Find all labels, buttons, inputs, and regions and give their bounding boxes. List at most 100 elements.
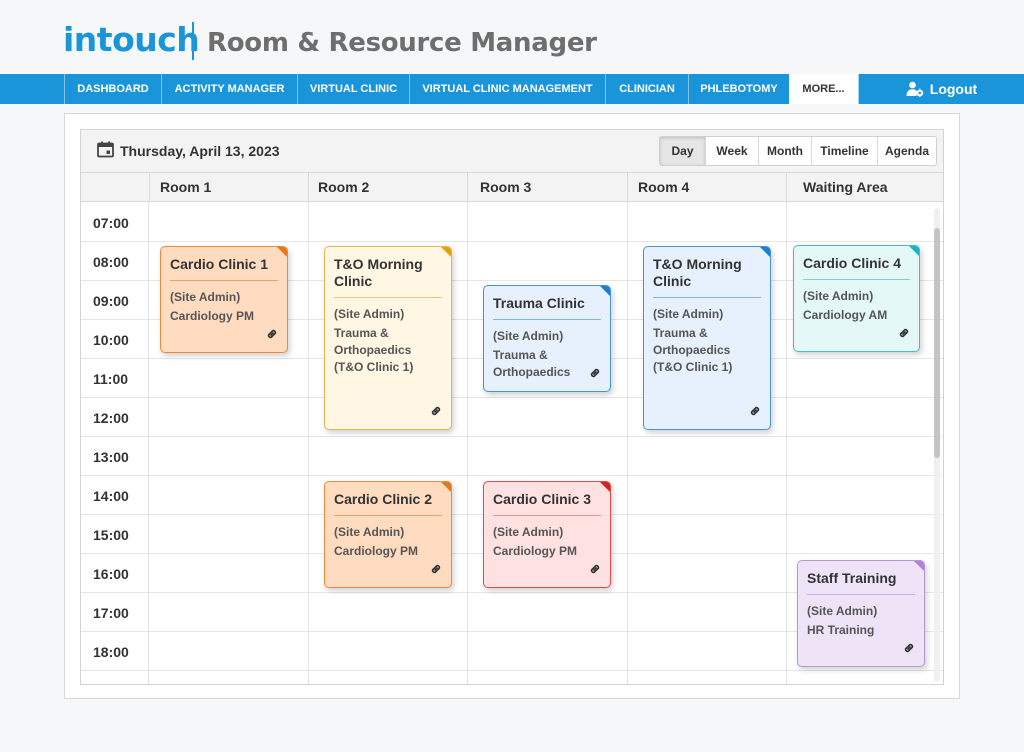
resource-header-row: Room 1 Room 2 Room 3 Room 4 Waiting Area <box>81 173 943 202</box>
event-card[interactable]: Cardio Clinic 3 (Site Admin) Cardiology … <box>483 481 611 588</box>
event-description: Trauma & Orthopaedics (T&O Clinic 1) <box>653 326 733 374</box>
event-corner-marker <box>759 247 770 258</box>
nav-item-dashboard[interactable]: DASHBOARD <box>64 74 161 104</box>
logout-label: Logout <box>929 81 978 97</box>
logo-divider <box>192 22 194 60</box>
hour-line <box>81 475 943 476</box>
event-title: Cardio Clinic 1 <box>170 256 269 272</box>
view-timeline-button[interactable]: Timeline <box>811 137 877 165</box>
event-card[interactable]: Cardio Clinic 2 (Site Admin) Cardiology … <box>324 481 452 588</box>
link-icon[interactable] <box>903 641 915 659</box>
time-label: 14:00 <box>93 488 129 504</box>
link-icon[interactable] <box>266 327 278 345</box>
scrollbar-thumb[interactable] <box>934 228 940 458</box>
main-nav: DASHBOARD ACTIVITY MANAGER VIRTUAL CLINI… <box>0 74 1024 104</box>
event-title: T&O Morning Clinic <box>334 256 423 289</box>
current-date[interactable]: Thursday, April 13, 2023 <box>120 143 280 159</box>
time-label: 11:00 <box>93 371 129 387</box>
resource-header-waiting-area: Waiting Area <box>786 173 943 202</box>
calendar-icon[interactable] <box>97 141 114 163</box>
resource-header-room-3: Room 3 <box>467 173 627 202</box>
link-icon[interactable] <box>749 404 761 422</box>
time-label: 07:00 <box>93 215 129 231</box>
time-label: 10:00 <box>93 332 129 348</box>
app-header: intouch Room & Resource Manager <box>0 0 1024 74</box>
event-divider <box>493 515 601 516</box>
view-switcher: Day Week Month Timeline Agenda <box>659 136 937 166</box>
link-icon[interactable] <box>430 562 442 580</box>
event-description: Cardiology PM <box>334 544 419 558</box>
hour-line <box>81 670 943 671</box>
event-title: Staff Training <box>807 570 897 586</box>
event-card[interactable]: Trauma Clinic (Site Admin) Trauma & Orth… <box>483 285 611 392</box>
event-corner-marker <box>276 247 287 258</box>
event-title: Trauma Clinic <box>493 295 585 311</box>
time-label: 09:00 <box>93 293 129 309</box>
user-settings-icon <box>906 77 924 107</box>
time-label: 18:00 <box>93 644 129 660</box>
schedule-grid[interactable]: 07:00 08:00 09:00 10:00 11:00 12:00 13:0… <box>81 202 943 684</box>
event-description: Cardiology PM <box>493 544 578 558</box>
event-title: Cardio Clinic 2 <box>334 491 433 507</box>
event-owner: (Site Admin) <box>334 525 405 539</box>
event-divider <box>803 279 910 280</box>
hour-line <box>81 436 943 437</box>
view-day-button[interactable]: Day <box>660 137 705 165</box>
event-card[interactable]: Staff Training (Site Admin) HR Training <box>797 560 925 667</box>
event-description: Cardiology AM <box>803 308 888 322</box>
column-divider <box>467 202 468 684</box>
time-column: 07:00 08:00 09:00 10:00 11:00 12:00 13:0… <box>81 202 149 684</box>
nav-item-clinician[interactable]: CLINICIAN <box>605 74 688 104</box>
nav-item-virtual-clinic[interactable]: VIRTUAL CLINIC <box>297 74 409 104</box>
event-owner: (Site Admin) <box>653 307 724 321</box>
event-corner-marker <box>913 561 924 572</box>
nav-item-virtual-clinic-management[interactable]: VIRTUAL CLINIC MANAGEMENT <box>409 74 605 104</box>
event-card[interactable]: Cardio Clinic 1 (Site Admin) Cardiology … <box>160 246 288 353</box>
app-logo[interactable]: intouch <box>63 20 200 59</box>
link-icon[interactable] <box>589 562 601 580</box>
nav-item-activity-manager[interactable]: ACTIVITY MANAGER <box>161 74 297 104</box>
link-icon[interactable] <box>898 326 910 344</box>
scheduler-toolbar: Thursday, April 13, 2023 Day Week Month … <box>81 130 943 173</box>
column-divider <box>786 202 787 684</box>
view-agenda-button[interactable]: Agenda <box>877 137 936 165</box>
event-corner-marker <box>440 247 451 258</box>
event-description: Cardiology PM <box>170 309 255 323</box>
nav-item-more[interactable]: MORE... <box>789 74 858 104</box>
link-icon[interactable] <box>430 404 442 422</box>
nav-item-phlebotomy[interactable]: PHLEBOTOMY <box>688 74 789 104</box>
event-owner: (Site Admin) <box>170 290 241 304</box>
event-description: HR Training <box>807 623 875 637</box>
content-panel: Thursday, April 13, 2023 Day Week Month … <box>64 113 960 699</box>
scheduler: Thursday, April 13, 2023 Day Week Month … <box>80 129 944 685</box>
link-icon[interactable] <box>589 366 601 384</box>
event-title: Cardio Clinic 4 <box>803 255 902 271</box>
event-card[interactable]: T&O Morning Clinic (Site Admin) Trauma &… <box>324 246 452 430</box>
event-owner: (Site Admin) <box>334 307 405 321</box>
event-title: Cardio Clinic 3 <box>493 491 592 507</box>
event-corner-marker <box>599 286 610 297</box>
resource-header-room-2: Room 2 <box>308 173 467 202</box>
event-card[interactable]: Cardio Clinic 4 (Site Admin) Cardiology … <box>793 245 920 352</box>
event-corner-marker <box>440 482 451 493</box>
event-divider <box>334 515 442 516</box>
schedule-scrollbar[interactable] <box>934 208 940 682</box>
logout-button[interactable]: Logout <box>858 74 1024 104</box>
event-divider <box>170 280 278 281</box>
column-divider <box>627 202 628 684</box>
page-title: Room & Resource Manager <box>207 28 597 58</box>
event-divider <box>807 594 915 595</box>
view-week-button[interactable]: Week <box>705 137 758 165</box>
resource-header-room-1: Room 1 <box>149 173 308 202</box>
hour-line <box>81 241 943 242</box>
event-divider <box>334 297 442 298</box>
event-card[interactable]: T&O Morning Clinic (Site Admin) Trauma &… <box>643 246 771 430</box>
event-owner: (Site Admin) <box>493 525 564 539</box>
hour-line <box>81 397 943 398</box>
event-owner: (Site Admin) <box>803 289 874 303</box>
view-month-button[interactable]: Month <box>758 137 811 165</box>
time-label: 13:00 <box>93 449 129 465</box>
time-label: 17:00 <box>93 605 129 621</box>
event-owner: (Site Admin) <box>807 604 878 618</box>
resource-header-room-4: Room 4 <box>627 173 786 202</box>
